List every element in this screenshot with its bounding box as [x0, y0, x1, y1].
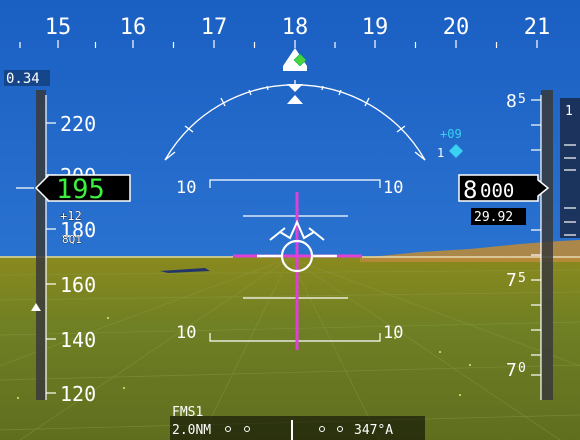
heading-tick-label: 21 — [524, 15, 551, 40]
heading-tick-label: 18 — [282, 15, 309, 40]
primary-flight-display: 15 16 17 18 19 20 21 10 10 10 10 220 180… — [0, 0, 580, 440]
altitude-tick-big: 7 — [506, 270, 517, 291]
altitude-tick-big: 8 — [506, 91, 517, 112]
pitch-label-upper-left: 10 — [176, 178, 196, 198]
vertical-speed-scale — [560, 98, 580, 238]
heading-tick-label: 20 — [443, 15, 470, 40]
altitude-tick-big: 7 — [506, 360, 517, 381]
altitude-tick-small: 5 — [518, 271, 526, 286]
heading-tick-label: 16 — [120, 15, 147, 40]
vertical-speed-marker-label: 1 — [437, 146, 444, 160]
baro-setting: 29.92 — [474, 210, 513, 225]
airspeed-tick-label: 160 — [60, 273, 96, 297]
altitude-current-small: 000 — [480, 180, 514, 202]
vertical-speed-value: +09 — [440, 127, 462, 141]
heading-tick-label: 19 — [362, 15, 389, 40]
airspeed-tick-label: 220 — [60, 112, 96, 136]
airspeed-tick-label: 140 — [60, 328, 96, 352]
mach-readout: 0.34 — [6, 71, 40, 87]
altitude-current-big: 8 — [463, 176, 477, 204]
airspeed-current: 195 — [56, 174, 105, 205]
pitch-label-lower-left: 10 — [176, 323, 196, 343]
heading-tick-label: 17 — [201, 15, 228, 40]
altitude-tick-small: 5 — [518, 92, 526, 107]
selected-altitude-small: 1 — [565, 104, 573, 119]
pitch-label-lower-right: 10 — [383, 323, 403, 343]
nav-distance: 2.0NM — [172, 423, 211, 438]
airspeed-trend-sub: 8Q1 — [62, 233, 82, 246]
pitch-label-upper-right: 10 — [383, 178, 403, 198]
nav-source: FMS1 — [172, 405, 203, 420]
altitude-tick-small: 0 — [518, 361, 526, 376]
nav-bearing: 347°A — [354, 423, 393, 438]
pfd-canvas: 15 16 17 18 19 20 21 10 10 10 10 220 180… — [0, 0, 580, 440]
airspeed-tick-label: 120 — [60, 382, 96, 406]
airspeed-trend-value: +12 — [60, 209, 82, 223]
heading-tick-label: 15 — [45, 15, 72, 40]
